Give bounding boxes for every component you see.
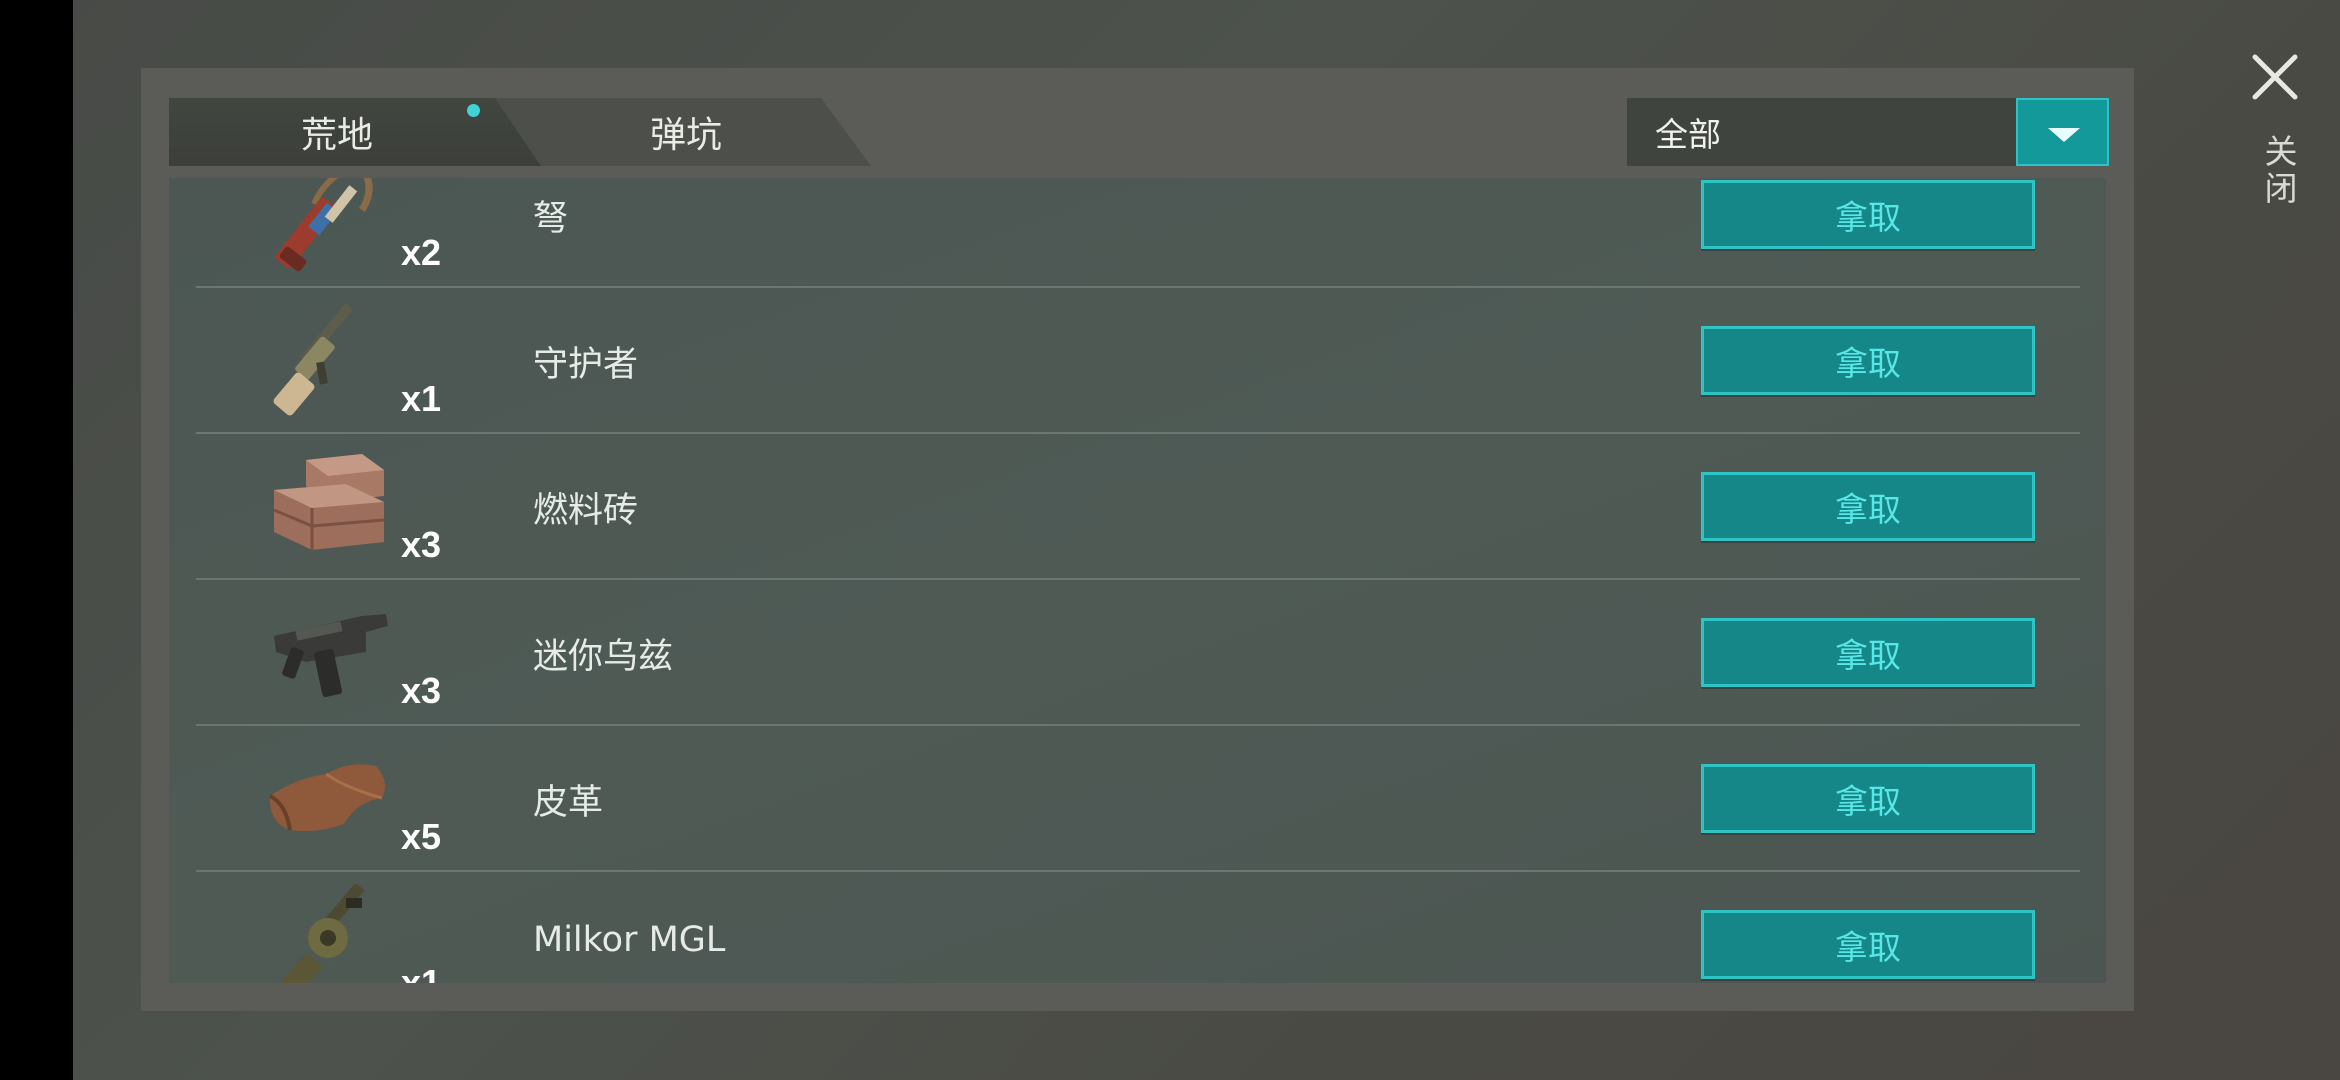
fuel-brick-icon (273, 454, 385, 550)
left-edge-strip (0, 0, 73, 1080)
list-item: x1 守护者 拿取 (196, 288, 2080, 434)
take-button[interactable]: 拿取 (1701, 618, 2035, 687)
take-button[interactable]: 拿取 (1701, 910, 2035, 979)
tabs-bar: 弹坑 荒地 全部 (169, 98, 2109, 170)
tab-wasteland-label: 荒地 (300, 115, 373, 156)
take-button[interactable]: 拿取 (1701, 472, 2035, 541)
notification-dot (467, 104, 480, 117)
loot-panel: 弹坑 荒地 全部 x2 弩 拿取 x1 守护者 拿取 x3 燃料砖 拿取 x3 … (141, 68, 2134, 1011)
leather-icon (269, 764, 385, 832)
mini-uzi-icon (274, 614, 388, 698)
item-name: 守护者 (533, 345, 639, 385)
category-filter[interactable]: 全部 (1627, 98, 2109, 166)
close-button[interactable]: 关闭 (2240, 46, 2310, 216)
shotgun-icon (273, 302, 354, 416)
list-item: x2 弩 拿取 (196, 178, 2080, 288)
filter-selected-value[interactable]: 全部 (1627, 98, 2019, 166)
grenade-launcher-icon (276, 884, 365, 983)
crossbow-icon (275, 178, 373, 272)
close-icon (2252, 54, 2298, 100)
item-list[interactable]: x2 弩 拿取 x1 守护者 拿取 x3 燃料砖 拿取 x3 迷你乌兹 拿取 x… (169, 178, 2106, 983)
item-name: 燃料砖 (533, 491, 639, 531)
item-quantity: x1 (401, 962, 442, 983)
close-label: 关闭 (2259, 134, 2298, 208)
chevron-down-icon (2048, 128, 2080, 142)
list-item: x3 燃料砖 拿取 (196, 434, 2080, 580)
tab-crater-label: 弹坑 (649, 115, 722, 156)
item-quantity: x2 (401, 232, 442, 273)
filter-dropdown-button[interactable] (2016, 98, 2109, 166)
item-quantity: x1 (401, 378, 442, 419)
list-item: x1 Milkor MGL 拿取 (196, 872, 2080, 983)
list-item: x3 迷你乌兹 拿取 (196, 580, 2080, 726)
item-quantity: x3 (401, 670, 442, 711)
tab-wasteland[interactable]: 荒地 (169, 98, 541, 166)
take-button[interactable]: 拿取 (1701, 180, 2035, 249)
item-name: 弩 (533, 199, 569, 239)
item-quantity: x3 (401, 524, 442, 565)
list-item: x5 皮革 拿取 (196, 726, 2080, 872)
take-button[interactable]: 拿取 (1701, 764, 2035, 833)
item-name: 迷你乌兹 (533, 637, 674, 677)
item-name: 皮革 (533, 783, 604, 823)
tab-crater[interactable]: 弹坑 (491, 98, 871, 166)
item-name: Milkor MGL (533, 920, 726, 960)
take-button[interactable]: 拿取 (1701, 326, 2035, 395)
item-quantity: x5 (401, 816, 442, 857)
